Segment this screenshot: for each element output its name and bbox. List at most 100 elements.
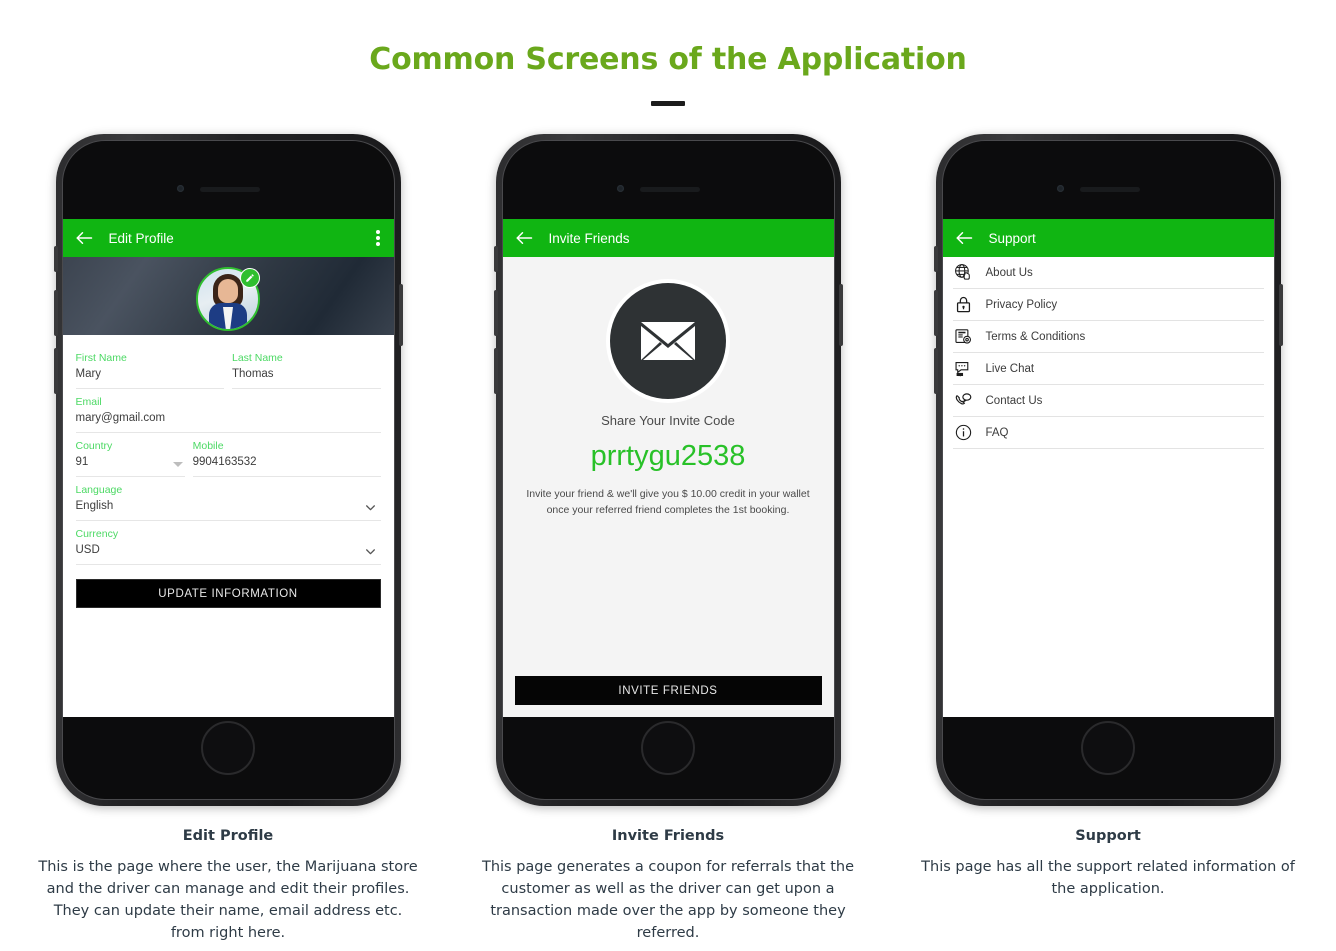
earpiece-speaker — [200, 187, 260, 192]
title-divider — [651, 101, 685, 106]
screen-edit-profile: Edit Profile First Name Mary Last Name T… — [62, 219, 394, 717]
home-button[interactable] — [641, 721, 695, 775]
language-label: Language — [75, 484, 123, 496]
phone-bottom-bezel — [503, 703, 834, 799]
mobile-value: 9904163532 — [192, 456, 257, 468]
earpiece-speaker — [1080, 187, 1140, 192]
mobile-label: Mobile — [192, 440, 224, 452]
phone-power-button — [398, 284, 403, 346]
front-camera-icon — [617, 185, 624, 192]
support-menu-list: About Us Privacy Policy Terms & Conditio… — [942, 257, 1274, 449]
support-item-label: About Us — [985, 266, 1033, 279]
screen-support: Support About Us Privacy Policy Terms & … — [942, 219, 1274, 717]
home-button[interactable] — [1081, 721, 1135, 775]
phone-bubble-icon — [953, 390, 975, 412]
support-item-contact-us[interactable]: Contact Us — [952, 385, 1264, 417]
phone-bottom-bezel — [943, 703, 1274, 799]
currency-label: Currency — [75, 528, 119, 540]
first-name-field[interactable]: First Name Mary — [75, 345, 224, 389]
email-value: mary@gmail.com — [75, 412, 166, 424]
phone-mute-switch — [493, 246, 498, 272]
chevron-down-icon[interactable] — [172, 462, 183, 467]
phone-mute-switch — [53, 246, 58, 272]
country-code-field[interactable]: Country 91 — [75, 433, 185, 477]
info-circle-icon — [953, 422, 975, 444]
appbar-support: Support — [942, 219, 1274, 257]
phone-body: Support About Us Privacy Policy Terms & … — [941, 140, 1275, 800]
back-arrow-icon[interactable] — [75, 231, 93, 245]
currency-field[interactable]: Currency USD — [75, 521, 381, 565]
back-arrow-icon[interactable] — [515, 231, 533, 245]
last-name-label: Last Name — [232, 352, 283, 364]
phone-mute-switch — [933, 246, 938, 272]
language-value: English — [75, 500, 114, 512]
document-gear-icon — [953, 326, 975, 348]
email-field[interactable]: Email mary@gmail.com — [75, 389, 381, 433]
caption-title: Support — [1075, 828, 1141, 844]
phone-bottom-bezel — [63, 703, 394, 799]
chevron-down-icon[interactable] — [364, 545, 377, 558]
phone-mockup-edit-profile: Edit Profile First Name Mary Last Name T… — [53, 134, 403, 806]
currency-value: USD — [75, 544, 100, 556]
form-row-name: First Name Mary Last Name Thomas — [75, 345, 381, 389]
screen-column-support: Support About Us Privacy Policy Terms & … — [892, 134, 1324, 944]
page-header: Common Screens of the Application — [0, 0, 1336, 106]
kebab-menu-icon[interactable] — [375, 230, 380, 246]
phone-mockup-invite-friends: Invite Friends Share Your Invite Code pr… — [493, 134, 843, 806]
home-button[interactable] — [201, 721, 255, 775]
invite-friends-button[interactable]: INVITE FRIENDS — [514, 676, 822, 705]
avatar-wrapper[interactable] — [196, 267, 260, 331]
caption-text: This page has all the support related in… — [921, 859, 1295, 897]
last-name-field[interactable]: Last Name Thomas — [232, 345, 381, 389]
language-field[interactable]: Language English — [75, 477, 381, 521]
pencil-edit-icon[interactable] — [240, 268, 260, 288]
phone-volume-up-button — [53, 290, 58, 336]
phone-volume-up-button — [933, 290, 938, 336]
first-name-label: First Name — [75, 352, 127, 364]
support-item-label: FAQ — [985, 426, 1009, 439]
invite-code-value[interactable]: prrtygu2538 — [503, 440, 834, 473]
support-item-terms-conditions[interactable]: Terms & Conditions — [952, 321, 1264, 353]
earpiece-speaker — [640, 187, 700, 192]
appbar-title: Invite Friends — [548, 230, 630, 246]
caption-text: This is the page where the user, the Mar… — [38, 859, 418, 941]
front-camera-icon — [1057, 185, 1064, 192]
update-information-button[interactable]: UPDATE INFORMATION — [75, 579, 381, 608]
support-item-label: Terms & Conditions — [985, 330, 1086, 343]
support-item-faq[interactable]: FAQ — [952, 417, 1264, 449]
profile-form: First Name Mary Last Name Thomas Email m… — [62, 335, 394, 608]
phone-power-button — [838, 284, 843, 346]
mobile-field[interactable]: Mobile 9904163532 — [192, 433, 381, 477]
phone-top-bezel — [943, 141, 1274, 219]
padlock-icon — [953, 294, 975, 316]
phone-top-bezel — [503, 141, 834, 219]
screen-invite-friends: Invite Friends Share Your Invite Code pr… — [502, 219, 834, 717]
phone-top-bezel — [63, 141, 394, 219]
support-item-about-us[interactable]: About Us — [952, 257, 1264, 289]
phone-volume-down-button — [933, 348, 938, 394]
back-arrow-icon[interactable] — [955, 231, 973, 245]
support-item-label: Contact Us — [985, 394, 1043, 407]
email-label: Email — [75, 396, 102, 408]
phone-body: Edit Profile First Name Mary Last Name T… — [61, 140, 395, 800]
invite-content: Share Your Invite Code prrtygu2538 Invit… — [502, 257, 834, 717]
envelope-mail-icon — [610, 283, 726, 399]
appbar-edit-profile: Edit Profile — [62, 219, 394, 257]
support-item-label: Privacy Policy — [985, 298, 1058, 311]
avatar-face — [218, 279, 238, 303]
phone-body: Invite Friends Share Your Invite Code pr… — [501, 140, 835, 800]
support-item-live-chat[interactable]: LIVE Live Chat — [952, 353, 1264, 385]
caption-title: Invite Friends — [611, 828, 725, 844]
caption-title: Edit Profile — [182, 828, 274, 844]
svg-text:LIVE: LIVE — [957, 372, 963, 376]
last-name-value: Thomas — [232, 368, 274, 380]
appbar-invite-friends: Invite Friends — [502, 219, 834, 257]
phone-volume-down-button — [493, 348, 498, 394]
form-row-phone: Country 91 Mobile 9904163532 — [75, 433, 381, 477]
phone-volume-up-button — [493, 290, 498, 336]
chevron-down-icon[interactable] — [364, 501, 377, 514]
support-item-privacy-policy[interactable]: Privacy Policy — [952, 289, 1264, 321]
globe-hand-icon — [953, 262, 975, 284]
caption-text: This page generates a coupon for referra… — [481, 859, 855, 941]
screen-column-invite-friends: Invite Friends Share Your Invite Code pr… — [452, 134, 884, 944]
